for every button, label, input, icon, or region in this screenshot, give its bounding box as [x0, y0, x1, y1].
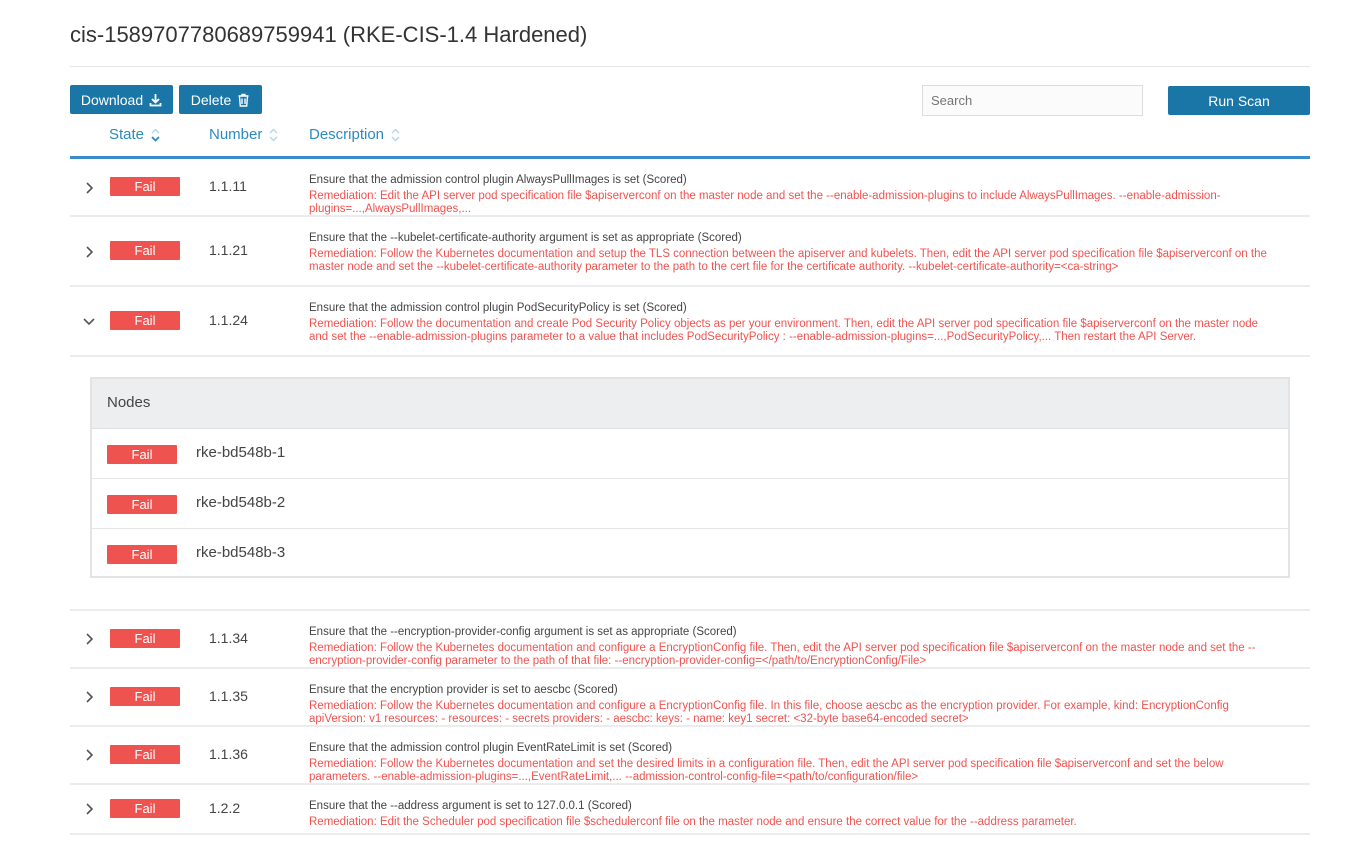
state-header-label: State: [109, 126, 145, 143]
number-column-header[interactable]: Number: [209, 126, 279, 143]
status-badge: Fail: [110, 745, 180, 764]
check-remediation: Remediation: Edit the API server pod spe…: [309, 190, 1221, 215]
node-name: rke-bd548b-2: [196, 494, 286, 511]
node-row: Fail rke-bd548b-3: [92, 529, 1288, 579]
chevron-right-icon[interactable]: [82, 690, 96, 704]
node-row: Fail rke-bd548b-1: [92, 429, 1288, 479]
check-description: Ensure that the --address argument is se…: [309, 799, 1269, 829]
chevron-down-icon[interactable]: [82, 314, 96, 328]
node-name: rke-bd548b-3: [196, 544, 286, 561]
table-row[interactable]: Fail 1.1.36 Ensure that the admission co…: [70, 727, 1310, 785]
node-status-badge: Fail: [107, 495, 177, 514]
sort-icon: [391, 127, 400, 142]
node-status-badge: Fail: [107, 545, 177, 564]
nodes-heading: Nodes: [92, 379, 1288, 429]
chevron-right-icon[interactable]: [82, 802, 96, 816]
trash-icon: [238, 93, 249, 107]
check-number: 1.1.11: [209, 178, 247, 194]
check-remediation: Remediation: Follow the documentation an…: [309, 318, 1259, 343]
check-description: Ensure that the --kubelet-certificate-au…: [309, 231, 1269, 273]
title-divider: [70, 66, 1310, 67]
status-badge: Fail: [110, 177, 180, 196]
check-description: Ensure that the admission control plugin…: [309, 173, 1269, 215]
status-badge: Fail: [110, 629, 180, 648]
check-remediation: Remediation: Follow the Kubernetes docum…: [309, 248, 1267, 273]
check-remediation: Remediation: Follow the Kubernetes docum…: [309, 758, 1224, 783]
check-remediation: Remediation: Edit the Scheduler pod spec…: [309, 816, 1077, 828]
check-title: Ensure that the encryption provider is s…: [309, 684, 618, 696]
node-row: Fail rke-bd548b-2: [92, 479, 1288, 529]
page-title: cis-1589707780689759941 (RKE-CIS-1.4 Har…: [70, 22, 588, 47]
status-badge: Fail: [110, 241, 180, 260]
check-title: Ensure that the admission control plugin…: [309, 742, 673, 754]
table-row[interactable]: Fail 1.1.34 Ensure that the --encryption…: [70, 611, 1310, 669]
chevron-right-icon[interactable]: [82, 632, 96, 646]
check-title: Ensure that the --address argument is se…: [309, 800, 632, 812]
status-badge: Fail: [110, 687, 180, 706]
sort-icon: [269, 127, 278, 142]
node-name: rke-bd548b-1: [196, 444, 286, 461]
nodes-panel: Nodes Fail rke-bd548b-1 Fail rke-bd548b-…: [90, 377, 1290, 578]
description-column-header[interactable]: Description: [309, 126, 401, 143]
check-number: 1.1.36: [209, 746, 248, 762]
search-input[interactable]: [922, 85, 1143, 116]
delete-button[interactable]: Delete: [179, 85, 262, 114]
check-title: Ensure that the --encryption-provider-co…: [309, 626, 737, 638]
check-description: Ensure that the encryption provider is s…: [309, 683, 1269, 725]
sort-descending-icon: [151, 127, 160, 142]
check-number: 1.1.34: [209, 630, 248, 646]
check-number: 1.2.2: [209, 800, 241, 816]
check-remediation: Remediation: Follow the Kubernetes docum…: [309, 700, 1229, 725]
download-icon: [149, 93, 162, 106]
check-title: Ensure that the admission control plugin…: [309, 174, 687, 186]
status-badge: Fail: [110, 311, 180, 330]
run-scan-button[interactable]: Run Scan: [1168, 86, 1310, 115]
check-number: 1.1.21: [209, 242, 248, 258]
chevron-right-icon[interactable]: [82, 245, 96, 259]
check-number: 1.1.35: [209, 688, 248, 704]
download-button-label: Download: [80, 91, 144, 108]
table-row[interactable]: Fail 1.1.11 Ensure that the admission co…: [70, 159, 1310, 217]
status-badge: Fail: [110, 799, 180, 818]
check-description: Ensure that the admission control plugin…: [309, 301, 1269, 343]
chevron-right-icon[interactable]: [82, 748, 96, 762]
node-status-badge: Fail: [107, 445, 177, 464]
description-header-label: Description: [309, 126, 385, 143]
delete-button-label: Delete: [190, 91, 232, 108]
table-row[interactable]: Fail 1.1.35 Ensure that the encryption p…: [70, 669, 1310, 727]
check-title: Ensure that the --kubelet-certificate-au…: [309, 232, 742, 244]
check-description: Ensure that the admission control plugin…: [309, 741, 1269, 783]
state-column-header[interactable]: State: [109, 126, 161, 143]
table-row[interactable]: Fail 1.1.21 Ensure that the --kubelet-ce…: [70, 217, 1310, 287]
table-row[interactable]: Fail 1.2.2 Ensure that the --address arg…: [70, 785, 1310, 835]
check-remediation: Remediation: Follow the Kubernetes docum…: [309, 642, 1256, 667]
check-number: 1.1.24: [209, 312, 248, 328]
check-title: Ensure that the admission control plugin…: [309, 302, 687, 314]
check-description: Ensure that the --encryption-provider-co…: [309, 625, 1269, 667]
chevron-right-icon[interactable]: [82, 181, 96, 195]
number-header-label: Number: [209, 126, 263, 143]
download-button[interactable]: Download: [70, 85, 173, 114]
table-row-expanded[interactable]: Fail 1.1.24 Ensure that the admission co…: [70, 287, 1310, 357]
